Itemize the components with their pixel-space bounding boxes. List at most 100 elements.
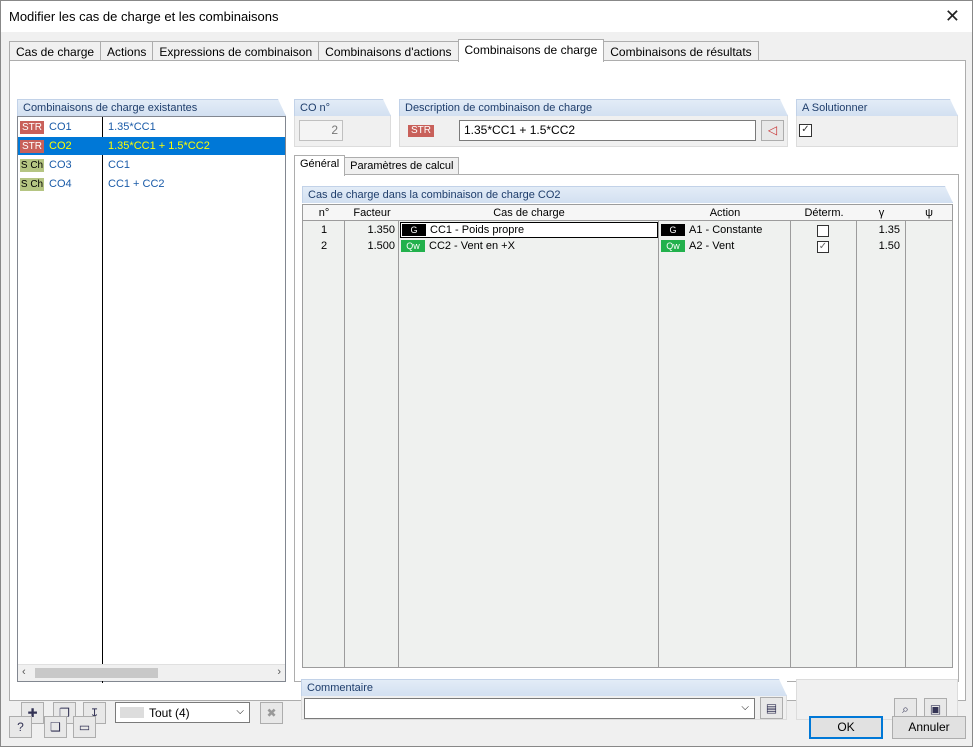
list-item-code: CO1	[49, 121, 72, 133]
row1-action-tag: G	[661, 224, 685, 237]
row1-factor[interactable]: 1.350	[345, 222, 395, 238]
row2-determ-checkbox[interactable]: ✓	[817, 241, 829, 253]
row2-action-tag: Qw	[661, 240, 685, 253]
chevron-down-icon: ⌵	[741, 702, 749, 713]
row2-case-tag: Qw	[401, 240, 425, 253]
list-item-code: CO2	[49, 140, 72, 152]
chevron-down-icon: ⌵	[236, 706, 244, 717]
co-number-field: 2	[299, 120, 343, 141]
dialog-body: Cas de charge Actions Expressions de com…	[0, 32, 973, 747]
row2-action[interactable]: Qw A2 - Vent	[661, 238, 789, 254]
scroll-left-icon[interactable]: ‹	[22, 666, 26, 678]
filter-value: Tout (4)	[149, 706, 190, 720]
solve-header: A Solutionner	[796, 99, 958, 116]
description-pick-button[interactable]: ◁	[761, 120, 784, 141]
row1-action[interactable]: G A1 - Constante	[661, 222, 789, 238]
sch-badge: S Ch	[20, 159, 44, 172]
header-psi: ψ	[925, 207, 933, 219]
row2-case-label: CC2 - Vent en +X	[429, 240, 515, 252]
scroll-right-icon[interactable]: ›	[277, 666, 281, 678]
help-button[interactable]: ?	[9, 716, 32, 738]
description-str-badge: STR	[408, 125, 434, 137]
col-gamma	[857, 205, 906, 667]
comment-library-button[interactable]: ▤	[760, 697, 783, 719]
comment-header: Commentaire	[301, 679, 787, 696]
col-determ	[791, 205, 857, 667]
tab-combinaisons-resultats[interactable]: Combinaisons de résultats	[603, 41, 759, 61]
row2-no: 2	[320, 240, 328, 252]
tab-general[interactable]: Général	[294, 155, 346, 176]
delete-icon: ✖	[266, 706, 277, 720]
tab-expressions-combinaison[interactable]: Expressions de combinaison	[152, 41, 320, 61]
help-icon: ?	[17, 720, 24, 734]
tab-parametres-calcul[interactable]: Paramètres de calcul	[344, 157, 460, 175]
list-item-desc: CC1 + CC2	[108, 178, 165, 190]
folder-icon: ❑	[50, 720, 61, 734]
magnify-icon: ⌕	[902, 702, 909, 716]
main-tabs: Cas de charge Actions Expressions de com…	[9, 39, 759, 62]
list-item-co2[interactable]: STR CO2 1.35*CC1 + 1.5*CC2	[18, 137, 285, 155]
list-item-code: CO3	[49, 159, 72, 171]
list-item-desc: 1.35*CC1	[108, 121, 156, 133]
description-header: Description de combinaison de charge	[399, 99, 788, 116]
col-action	[659, 205, 791, 667]
header-no: n°	[318, 207, 330, 219]
tab-cas-de-charge[interactable]: Cas de charge	[9, 41, 102, 61]
str-badge: STR	[20, 121, 44, 134]
list-item-co4[interactable]: S Ch CO4 CC1 + CC2	[18, 175, 285, 193]
list-column-separator	[102, 117, 103, 683]
row1-no: 1	[320, 224, 328, 236]
save-icon: ▭	[78, 720, 91, 734]
list-item-code: CO4	[49, 178, 72, 190]
comment-input[interactable]: ⌵	[304, 698, 755, 719]
filter-swatch	[120, 707, 144, 718]
str-badge: STR	[20, 140, 44, 153]
existing-list: STR CO1 1.35*CC1 STR CO2 1.35*CC1 + 1.5*…	[17, 116, 286, 683]
tab-combinaisons-charge[interactable]: Combinaisons de charge	[457, 39, 605, 62]
co-number-header: CO n°	[294, 99, 391, 116]
table-header: n° Facteur Cas de charge Action Déterm. …	[303, 205, 952, 221]
header-determ: Déterm.	[804, 207, 844, 219]
row2-case[interactable]: Qw CC2 - Vent en +X	[401, 238, 657, 254]
tab-actions[interactable]: Actions	[100, 41, 154, 61]
list-item-co1[interactable]: STR CO1 1.35*CC1	[18, 118, 285, 136]
description-input[interactable]: 1.35*CC1 + 1.5*CC2	[459, 120, 756, 141]
cancel-button[interactable]: Annuler	[892, 716, 966, 739]
header-factor: Facteur	[353, 207, 391, 219]
delete-button[interactable]: ✖	[260, 702, 283, 724]
col-no	[303, 205, 345, 667]
sch-badge: S Ch	[20, 178, 44, 191]
header-case: Cas de charge	[493, 207, 565, 219]
list-item-desc: CC1	[108, 159, 131, 171]
row2-gamma: 1.50	[878, 240, 900, 252]
scroll-thumb[interactable]	[35, 668, 158, 678]
row1-case[interactable]: G CC1 - Poids propre	[400, 222, 658, 238]
row1-case-tag: G	[402, 224, 426, 237]
row1-case-label: CC1 - Poids propre	[430, 224, 525, 236]
tab-panel: Combinaisons de charge existantes STR CO…	[9, 60, 966, 724]
row1-action-label: A1 - Constante	[689, 224, 763, 236]
tab-combinaisons-actions[interactable]: Combinaisons d'actions	[318, 41, 459, 61]
filter-select[interactable]: Tout (4) ⌵	[115, 702, 250, 723]
close-icon[interactable]: ✕	[945, 6, 960, 27]
title-bar: Modifier les cas de charge et les combin…	[0, 0, 973, 32]
header-gamma: γ	[878, 207, 885, 219]
existing-header: Combinaisons de charge existantes	[17, 99, 286, 116]
row2-factor[interactable]: 1.500	[345, 238, 395, 254]
ok-button[interactable]: OK	[809, 716, 883, 739]
save-button[interactable]: ▭	[73, 716, 96, 738]
list-item-co3[interactable]: S Ch CO3 CC1	[18, 156, 285, 174]
col-case	[399, 205, 659, 667]
loadcases-header: Cas de charge dans la combinaison de cha…	[302, 186, 953, 203]
horizontal-scrollbar[interactable]: ‹ ›	[18, 664, 285, 681]
col-factor	[345, 205, 399, 667]
row2-action-label: A2 - Vent	[689, 240, 735, 252]
row1-gamma: 1.35	[878, 224, 900, 236]
loadcases-table: n° Facteur Cas de charge Action Déterm. …	[302, 204, 953, 668]
open-button[interactable]: ❑	[44, 716, 67, 738]
row1-determ-checkbox[interactable]	[817, 225, 829, 237]
list-item-desc: 1.35*CC1 + 1.5*CC2	[108, 140, 210, 152]
display-icon: ▣	[929, 702, 942, 716]
solve-checkbox[interactable]: ✓	[799, 124, 812, 137]
arrow-left-icon: ◁	[767, 123, 778, 137]
